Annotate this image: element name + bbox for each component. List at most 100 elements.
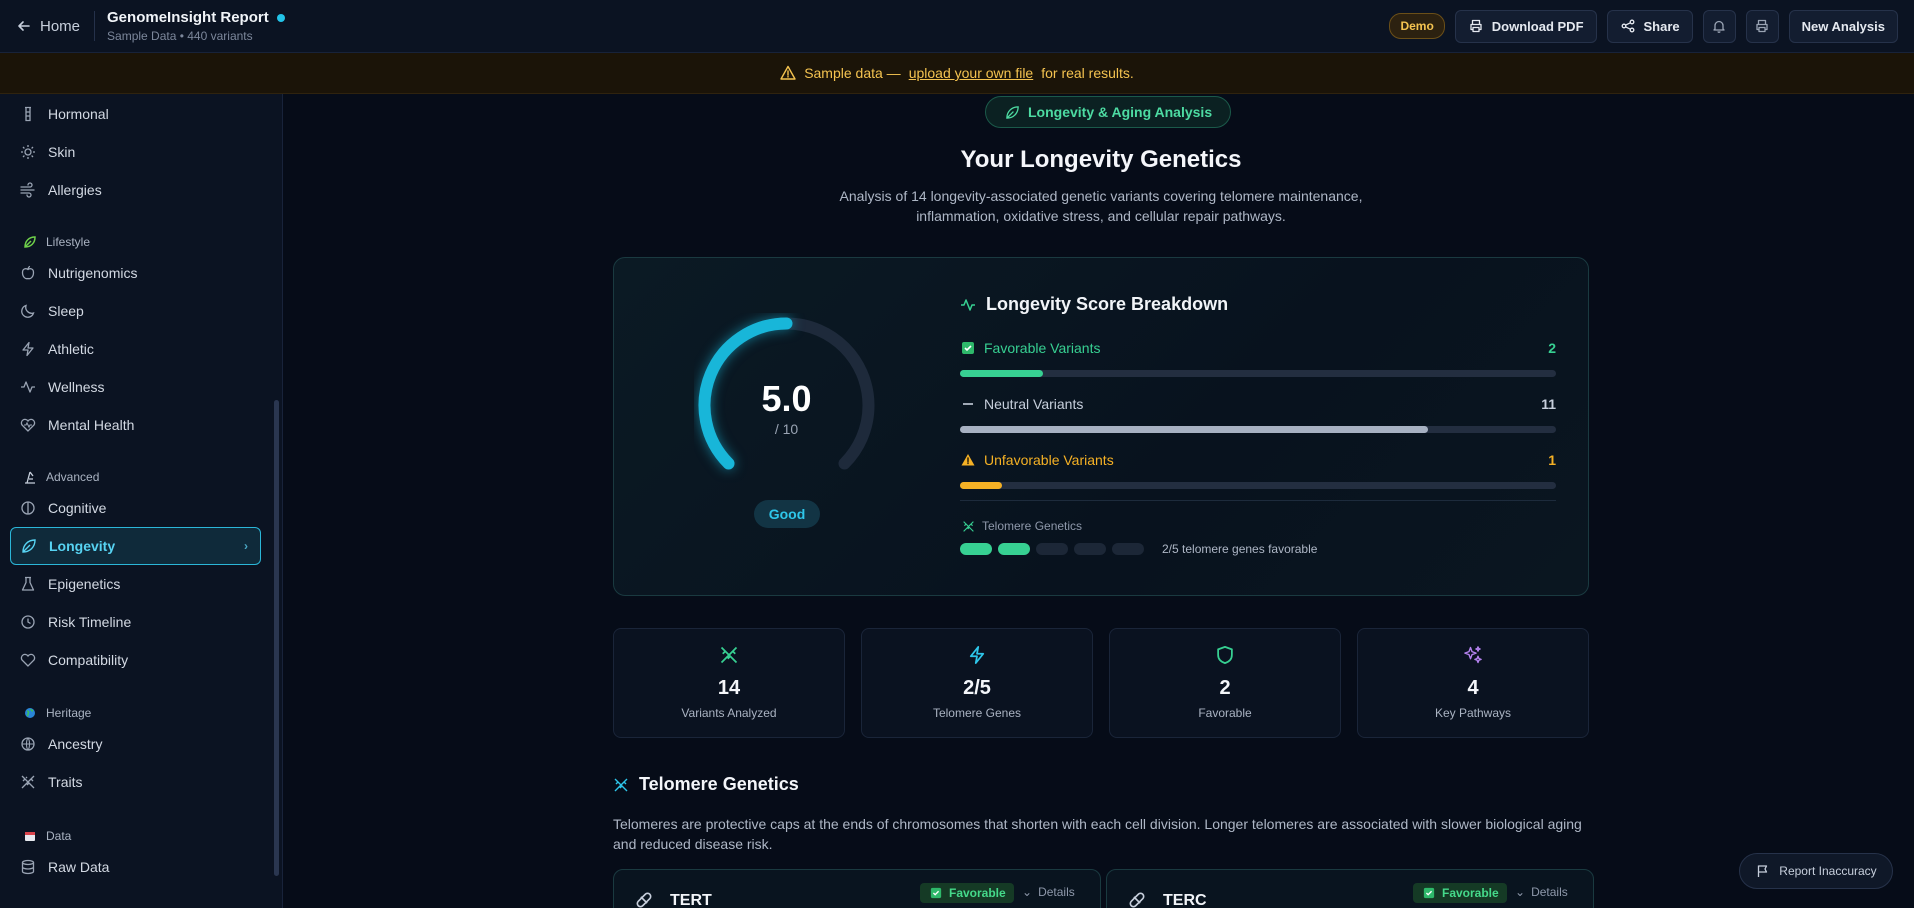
stat-value: 4 (1467, 677, 1479, 699)
sidebar-item-label: Athletic (48, 341, 94, 357)
home-label: Home (40, 17, 81, 35)
dna-icon (719, 645, 739, 667)
sidebar-item-allergies[interactable]: Allergies (10, 171, 261, 209)
telomere-segment (1112, 543, 1144, 555)
sidebar-item-mental-health[interactable]: Mental Health (10, 406, 261, 444)
sidebar-item-wellness[interactable]: Wellness (10, 368, 261, 406)
score-max: / 10 (774, 421, 799, 437)
sidebar: Hormonal Skin Allergies Lifestyle Nutrig… (0, 94, 283, 908)
demo-badge: Demo (1389, 13, 1445, 39)
sparkles-icon (1463, 645, 1483, 667)
share-icon (1620, 18, 1636, 34)
divider (960, 500, 1556, 501)
section-label: Data (46, 829, 72, 843)
favorable-label: Favorable Variants (984, 340, 1101, 356)
favorable-variants-row: Favorable Variants 2 (960, 338, 1556, 358)
neutral-bar (960, 426, 1556, 433)
longevity-score-card: 5.0 / 10 Good Longevity Score Breakdown … (613, 257, 1589, 596)
gene-name: TERC (1163, 892, 1207, 908)
printer-icon (1754, 18, 1770, 34)
analysis-pill-label: Longevity & Aging Analysis (1028, 104, 1213, 120)
report-header: GenomeInsight Report Sample Data • 440 v… (107, 9, 285, 43)
section-label: Lifestyle (46, 235, 91, 249)
upload-file-link[interactable]: upload your own file (909, 65, 1034, 81)
bolt-icon (20, 341, 36, 357)
sidebar-item-compatibility[interactable]: Compatibility (10, 641, 261, 679)
details-toggle[interactable]: ⌄ Details (1515, 885, 1568, 899)
report-inaccuracy-button[interactable]: Report Inaccuracy (1739, 853, 1893, 889)
download-pdf-button[interactable]: Download PDF (1454, 9, 1597, 43)
warning-icon (780, 65, 796, 81)
telomere-label-text: Telomere Genetics (982, 519, 1083, 533)
sidebar-item-longevity[interactable]: Longevity › (10, 527, 261, 565)
sidebar-item-nutrigenomics[interactable]: Nutrigenomics (10, 254, 261, 292)
sidebar-item-hormonal[interactable]: Hormonal (10, 95, 261, 133)
sidebar-item-traits[interactable]: Traits (10, 763, 261, 801)
stat-key-pathways: 4 Key Pathways (1357, 628, 1589, 738)
sidebar-item-label: Epigenetics (48, 576, 121, 592)
check-box-icon (928, 885, 944, 901)
sidebar-item-label: Wellness (48, 379, 105, 395)
sun-icon (20, 144, 36, 160)
heart-icon (20, 652, 36, 668)
stat-favorable: 2 Favorable (1109, 628, 1341, 738)
sidebar-scrollbar[interactable] (274, 400, 279, 876)
sidebar-item-cognitive[interactable]: Cognitive (10, 489, 261, 527)
calendar-icon (22, 828, 38, 844)
analysis-pill: Longevity & Aging Analysis (985, 96, 1232, 128)
sidebar-item-skin[interactable]: Skin (10, 133, 261, 171)
wind-icon (20, 182, 36, 198)
pulse-icon (20, 379, 36, 395)
favorable-count: 2 (1548, 340, 1556, 356)
report-inaccuracy-label: Report Inaccuracy (1779, 864, 1877, 878)
sidebar-item-risk-timeline[interactable]: Risk Timeline (10, 603, 261, 641)
gene-card-tert[interactable]: TERT Favorable ⌄ Details (613, 869, 1101, 908)
telomere-label: Telomere Genetics (960, 518, 1082, 534)
share-button[interactable]: Share (1606, 9, 1693, 43)
sidebar-item-label: Hormonal (48, 106, 109, 122)
details-label: Details (1038, 885, 1075, 899)
print-button[interactable] (1745, 9, 1779, 43)
stat-label: Telomere Genes (932, 706, 1022, 720)
details-toggle[interactable]: ⌄ Details (1022, 885, 1075, 899)
telomere-segments: 2/5 telomere genes favorable (960, 542, 1317, 556)
sidebar-item-label: Nutrigenomics (48, 265, 138, 281)
clock-icon (20, 614, 36, 630)
sidebar-item-ancestry[interactable]: Ancestry (10, 725, 261, 763)
section-label: Advanced (46, 470, 100, 484)
chevron-down-icon: ⌄ (1022, 885, 1033, 899)
favorable-badge-label: Favorable (949, 886, 1006, 900)
sidebar-item-label: Mental Health (48, 417, 135, 433)
sidebar-item-label: Sleep (48, 303, 84, 319)
chevron-down-icon: ⌄ (1515, 885, 1526, 899)
sidebar-item-athletic[interactable]: Athletic (10, 330, 261, 368)
section-lifestyle: Lifestyle (22, 234, 90, 250)
telomere-section-title-label: Telomere Genetics (639, 774, 799, 794)
neutral-variants-row: Neutral Variants 11 (960, 394, 1556, 414)
leaf-icon (1004, 104, 1020, 120)
sidebar-item-raw-data[interactable]: Raw Data (10, 848, 261, 886)
stat-value: 2 (1219, 677, 1231, 699)
telomere-segment (960, 543, 992, 555)
pill-icon (634, 890, 654, 908)
leaf-icon (21, 538, 37, 554)
home-link[interactable]: Home (16, 11, 96, 41)
sidebar-item-epigenetics[interactable]: Epigenetics (10, 565, 261, 603)
gene-card-terc[interactable]: TERC Favorable ⌄ Details (1106, 869, 1594, 908)
shield-icon (1215, 645, 1235, 667)
leaf-emoji-icon (22, 234, 38, 250)
unfavorable-bar (960, 482, 1556, 489)
section-heritage: Heritage (22, 705, 91, 721)
breakdown-title: Longevity Score Breakdown (960, 294, 1228, 315)
sidebar-item-label: Skin (48, 144, 76, 160)
main-content: Longevity & Aging Analysis Your Longevit… (283, 94, 1914, 908)
favorable-bar-fill (960, 370, 1044, 377)
new-analysis-button[interactable]: New Analysis (1788, 9, 1898, 43)
dna-icon (960, 518, 976, 534)
neutral-label: Neutral Variants (984, 396, 1084, 412)
notifications-button[interactable] (1702, 9, 1736, 43)
details-label: Details (1531, 885, 1568, 899)
dna-icon (20, 774, 36, 790)
neutral-count: 11 (1541, 396, 1556, 412)
sidebar-item-sleep[interactable]: Sleep (10, 292, 261, 330)
